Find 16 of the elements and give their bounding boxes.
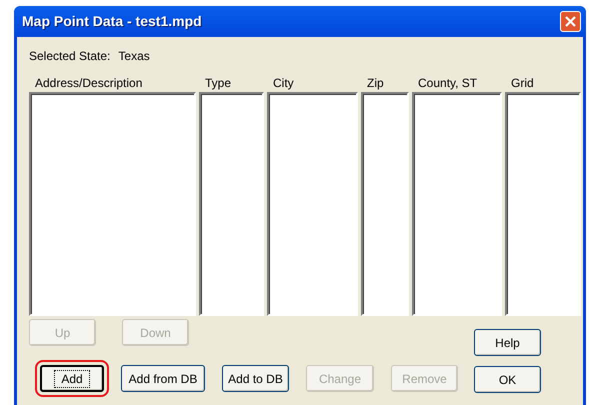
- dialog-button[interactable]: Add to DB: [222, 365, 289, 392]
- column-header: Zip: [366, 75, 385, 92]
- column-header: Grid: [510, 75, 535, 92]
- window-title: Map Point Data - test1.mpd: [22, 12, 202, 31]
- dialog-button[interactable]: OK: [474, 366, 541, 393]
- dialog-button[interactable]: Help: [474, 329, 541, 356]
- column-header: County, ST: [417, 75, 478, 92]
- list-box[interactable]: [361, 92, 409, 316]
- selected-state-label: Selected State:: [29, 48, 110, 65]
- column-header: Type: [204, 75, 232, 92]
- dialog-button[interactable]: Add from DB: [121, 365, 205, 392]
- column-header: Address/Description: [34, 75, 144, 92]
- close-icon: [564, 15, 577, 28]
- close-button[interactable]: [560, 11, 581, 32]
- selected-state-value: Texas: [118, 48, 150, 65]
- column-header: City: [272, 75, 295, 92]
